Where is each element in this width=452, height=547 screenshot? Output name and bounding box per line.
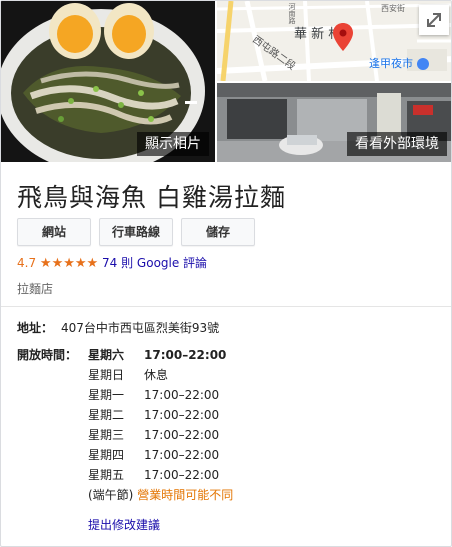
poi-name: 逢甲夜市	[369, 57, 413, 70]
hours-time: 17:00–22:00	[144, 348, 227, 362]
address-value: 407台中市西屯區烈美街93號	[61, 321, 220, 335]
map-poi-label: 逢甲夜市	[369, 55, 429, 71]
hours-row: 星期一 17:00–22:00	[88, 386, 219, 403]
map-pin-icon	[333, 23, 353, 51]
hours-day: 星期六	[88, 348, 125, 362]
expand-icon	[427, 13, 441, 27]
hours-day: 星期日	[88, 368, 125, 382]
suggest-edit-link[interactable]: 提出修改建議	[88, 516, 160, 533]
holiday-name: (端午節)	[88, 488, 134, 502]
map-thumbnail[interactable]: 華 新 村 西屯路二段 西安街 河南路 逢甲夜市	[217, 1, 451, 81]
map-vertical-street-label: 河南路	[288, 3, 296, 24]
food-photo[interactable]: 顯示相片	[1, 1, 215, 162]
rating-score: 4.7	[17, 256, 37, 270]
hours-row: 星期三 17:00–22:00	[88, 426, 219, 443]
hours-day: 星期三	[88, 428, 125, 442]
hours-day: 星期二	[88, 408, 125, 422]
expand-map-button[interactable]	[419, 5, 449, 35]
hours-row[interactable]: 星期六 17:00–22:00	[88, 346, 226, 363]
website-button[interactable]: 網站	[17, 218, 91, 246]
map-street-label: 西安街	[381, 4, 405, 13]
street-view-photo[interactable]: 看看外部環境	[217, 83, 451, 162]
hours-time: 17:00–22:00	[144, 448, 220, 462]
hours-row: 星期日 休息	[88, 366, 168, 383]
hours-time: 17:00–22:00	[144, 428, 220, 442]
hours-row: 星期五 17:00–22:00	[88, 466, 219, 483]
save-button[interactable]: 儲存	[181, 218, 255, 246]
see-outside-label[interactable]: 看看外部環境	[347, 132, 447, 156]
reviews-link[interactable]: 74 則 Google 評論	[102, 256, 207, 270]
shopping-bag-icon	[416, 58, 429, 70]
hours-row: 星期四 17:00–22:00	[88, 446, 219, 463]
star-rating-icon: ★★★★★	[39, 256, 99, 271]
divider	[1, 306, 451, 307]
holiday-note: 營業時間可能不同	[137, 488, 234, 502]
photo-strip: 顯示相片 華 新 村 西屯路二段 西安街 河南路 逢甲夜市 看看外部環境	[1, 1, 451, 162]
show-photos-label[interactable]: 顯示相片	[137, 132, 209, 156]
address-label: 地址：	[17, 321, 54, 335]
hours-row: 星期二 17:00–22:00	[88, 406, 219, 423]
hours-time: 17:00–22:00	[144, 408, 220, 422]
place-category: 拉麵店	[17, 282, 54, 296]
holiday-hours-row: (端午節) 營業時間可能不同	[88, 486, 233, 503]
hours-time: 17:00–22:00	[144, 468, 220, 482]
hours-day: 星期五	[88, 468, 125, 482]
knowledge-panel: 顯示相片 華 新 村 西屯路二段 西安街 河南路 逢甲夜市 看看外部環境 飛鳥與…	[0, 0, 452, 547]
rating-row: 4.7 ★★★★★ 74 則 Google 評論	[17, 254, 207, 271]
hours-time: 休息	[144, 368, 169, 382]
hours-day: 星期四	[88, 448, 125, 462]
hours-day: 星期一	[88, 388, 125, 402]
place-title: 飛鳥與海魚 白雞湯拉麵	[17, 183, 286, 212]
directions-button[interactable]: 行車路線	[99, 218, 173, 246]
hours-label: 開放時間：	[17, 348, 78, 362]
hours-time: 17:00–22:00	[144, 388, 220, 402]
